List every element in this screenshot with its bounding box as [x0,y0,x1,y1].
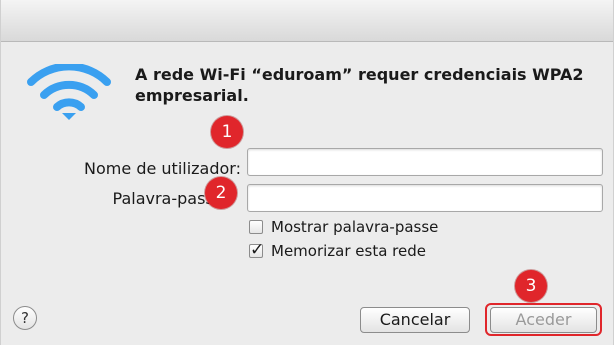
remember-network-option[interactable]: Memorizar esta rede [249,240,426,260]
password-field[interactable] [247,184,603,212]
remember-network-label: Memorizar esta rede [271,242,426,260]
username-field[interactable] [247,148,603,176]
show-password-label: Mostrar palavra-passe [271,218,439,236]
step1-badge: 1 [211,116,243,148]
help-button[interactable]: ? [13,306,37,330]
step3-highlight-ring [485,303,602,336]
cancel-button[interactable]: Cancelar [360,307,470,333]
show-password-checkbox[interactable] [249,220,263,234]
step2-badge: 2 [205,177,237,209]
wifi-icon [27,64,111,120]
window-titlebar [1,0,613,42]
step3-badge: 3 [515,270,547,302]
dialog-message: A rede Wi-Fi “eduroam” requer credenciai… [135,65,584,105]
remember-network-checkbox[interactable] [249,240,264,260]
show-password-option[interactable]: Mostrar palavra-passe [249,218,438,236]
username-label: Nome de utilizador: [84,159,241,178]
wifi-credentials-dialog: A rede Wi-Fi “eduroam” requer credenciai… [0,0,614,345]
